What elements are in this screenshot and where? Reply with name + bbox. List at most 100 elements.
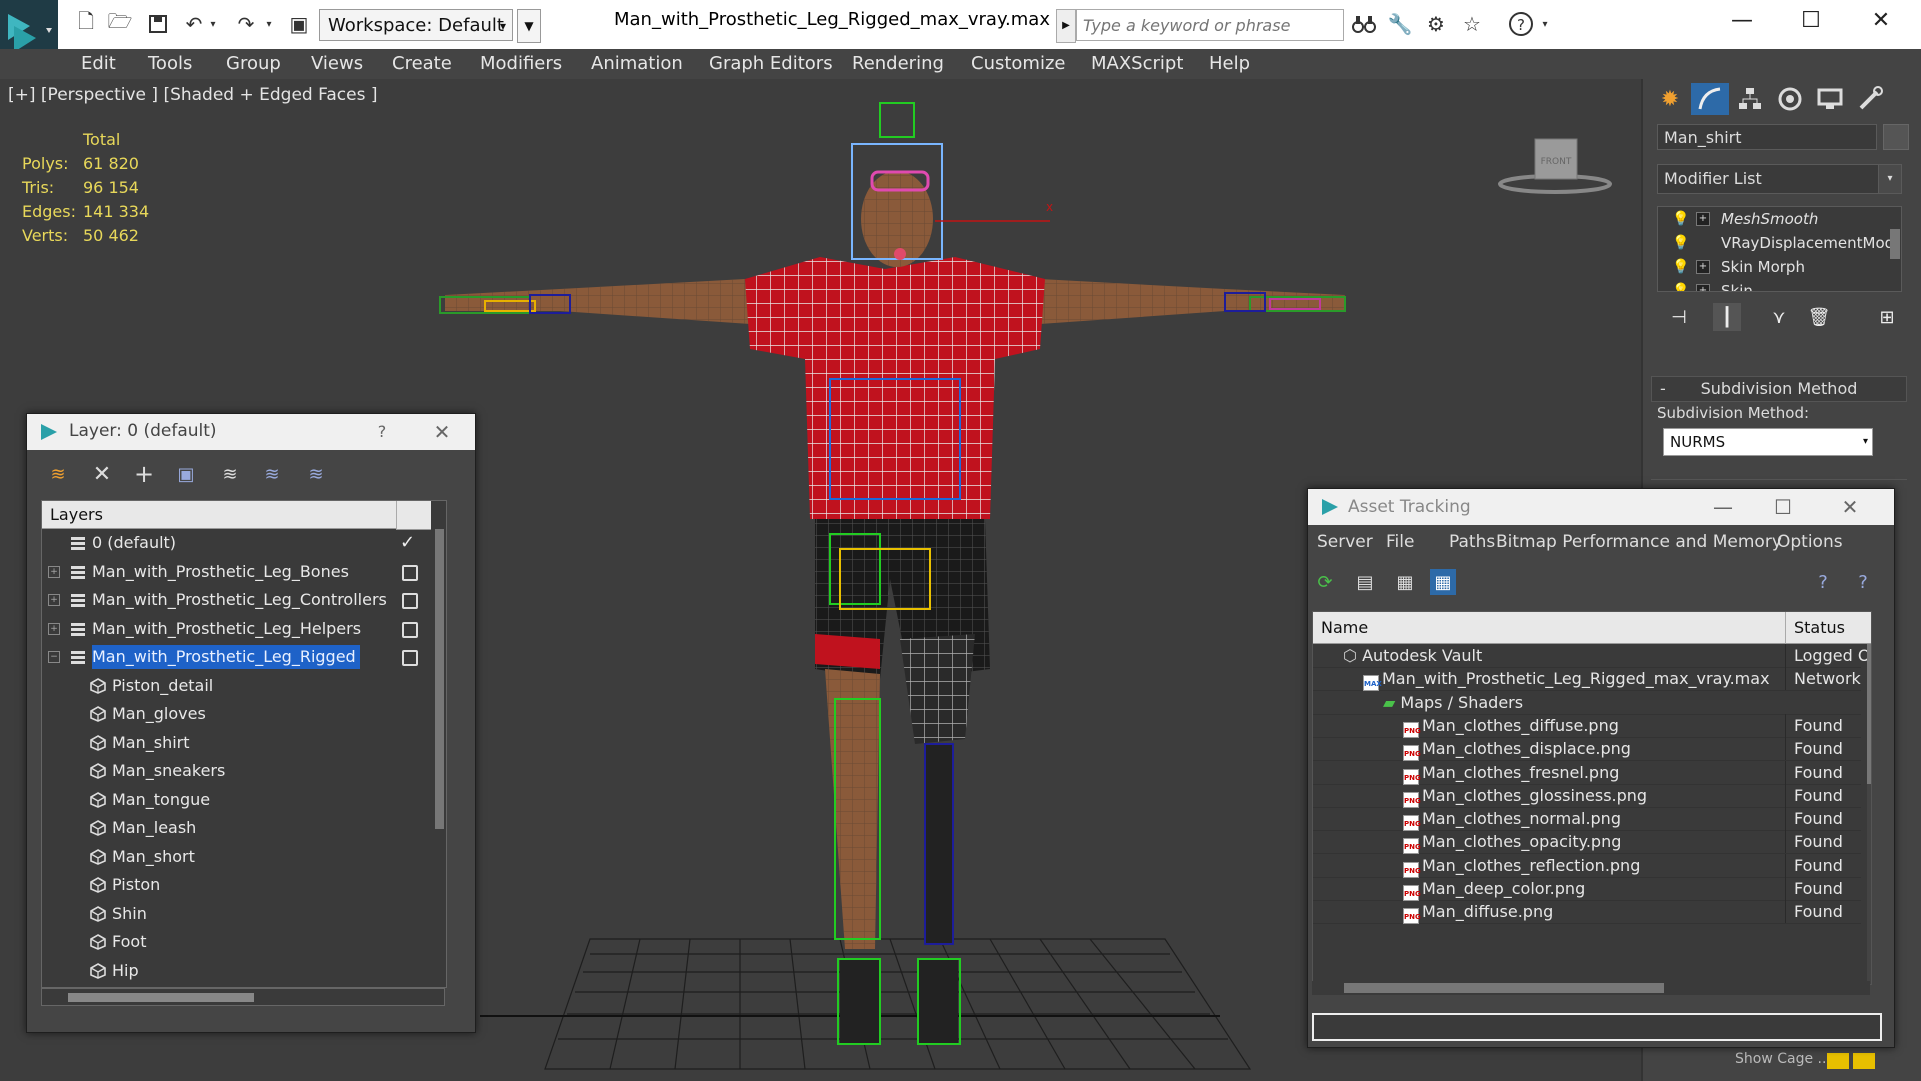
menu-edit[interactable]: Edit [81, 49, 116, 79]
layer-object-row[interactable]: Piston [42, 871, 430, 899]
modifier-stack[interactable]: 💡 + MeshSmooth 💡 VRayDisplacementMod 💡 +… [1657, 206, 1902, 292]
undo-icon[interactable]: ↶ [180, 9, 208, 39]
redo-icon[interactable]: ↷ [232, 9, 260, 39]
layer-row[interactable]: + Man_with_Prosthetic_Leg_Helpers [42, 615, 430, 643]
set-current-checkbox[interactable] [402, 564, 418, 581]
asset-table[interactable]: Name Status ⬡ Autodesk Vault Logged O MAXM… [1312, 611, 1872, 985]
add-to-layer-icon[interactable]: + [127, 458, 161, 490]
current-column-header[interactable] [396, 501, 431, 530]
set-current-checkbox[interactable] [402, 593, 418, 609]
search-input[interactable] [1076, 9, 1344, 41]
layers-column-header[interactable]: Layers [42, 501, 396, 529]
minimize-icon[interactable]: — [1722, 4, 1762, 38]
menu-group[interactable]: Group [226, 49, 281, 79]
close-icon[interactable]: ✕ [1861, 4, 1901, 38]
asset-row[interactable]: PNGMan_clothes_opacity.png Found [1313, 830, 1861, 855]
maximize-icon[interactable]: ☐ [1768, 493, 1798, 521]
asset-menu-bitmap[interactable]: Bitmap Performance and Memory [1496, 532, 1782, 552]
stack-item[interactable]: 💡 + MeshSmooth [1658, 207, 1901, 231]
menu-modifiers[interactable]: Modifiers [480, 49, 562, 79]
binoculars-icon[interactable] [1350, 9, 1378, 39]
favorites-icon[interactable]: ☆ [1458, 9, 1486, 39]
object-color-swatch[interactable] [1883, 124, 1909, 150]
pin-stack-icon[interactable]: ⊣ [1665, 303, 1693, 331]
asset-table-scrollbar[interactable] [1867, 644, 1871, 984]
lightbulb-icon[interactable]: 💡 [1672, 279, 1689, 291]
status-column-header[interactable]: Status [1785, 612, 1871, 644]
collapse-icon[interactable]: − [48, 651, 60, 663]
layer-list-scrollbar[interactable] [432, 529, 446, 987]
asset-menu-file[interactable]: File [1386, 532, 1414, 552]
create-tab-icon[interactable]: ✹ [1651, 83, 1689, 115]
layer-object-row[interactable]: Man_tongue [42, 786, 430, 814]
stack-item[interactable]: 💡 VRayDisplacementMod [1658, 231, 1901, 255]
expand-icon[interactable]: + [1696, 284, 1710, 291]
asset-menu-paths[interactable]: Paths [1449, 532, 1495, 552]
project-folder-icon[interactable]: ▣ [285, 9, 313, 39]
subdivision-method-select[interactable]: NURMS ▾ [1663, 428, 1873, 456]
save-icon[interactable] [144, 9, 172, 39]
expand-icon[interactable]: + [1696, 212, 1710, 226]
asset-row[interactable]: MAXMan_with_Prosthetic_Leg_Rigged_max_vr… [1313, 667, 1861, 692]
expand-icon[interactable]: + [48, 565, 60, 578]
asset-menu-options[interactable]: Options [1777, 532, 1843, 552]
expand-icon[interactable]: + [48, 622, 60, 635]
minimize-icon[interactable]: — [1708, 493, 1738, 521]
name-column-header[interactable]: Name [1313, 612, 1785, 644]
subdivision-method-rollout[interactable]: - Subdivision Method [1651, 376, 1907, 402]
maximize-icon[interactable]: ☐ [1791, 4, 1831, 38]
asset-menu-server[interactable]: Server [1317, 532, 1373, 552]
expand-icon[interactable]: + [1696, 260, 1710, 274]
menu-maxscript[interactable]: MAXScript [1091, 49, 1183, 79]
layer-properties-icon[interactable]: ≋ [299, 458, 333, 490]
layer-object-row[interactable]: Man_shirt [42, 729, 430, 757]
layer-object-row[interactable]: Hip [42, 957, 430, 985]
scrollbar-thumb[interactable] [1344, 983, 1664, 993]
asset-row[interactable]: PNGMan_deep_color.png Found [1313, 877, 1861, 901]
close-icon[interactable]: ✕ [1835, 493, 1865, 521]
layer-object-row[interactable]: Shin [42, 900, 430, 928]
current-layer-check-icon[interactable]: ✓ [400, 529, 415, 557]
select-objects-icon[interactable]: ▣ [169, 458, 203, 490]
scrollbar-thumb[interactable] [435, 529, 444, 829]
layer-object-row[interactable]: Man_sneakers [42, 757, 430, 785]
undo-dropdown-icon[interactable]: ▾ [206, 9, 220, 39]
help-dropdown-icon[interactable]: ▾ [1538, 9, 1552, 39]
new-layer-icon[interactable]: ≋ [41, 458, 75, 490]
layer-window-titlebar[interactable]: Layer: 0 (default) ? ✕ [27, 414, 475, 450]
context-help-icon[interactable]: ? [1850, 569, 1876, 595]
new-file-icon[interactable]: 🗋 [72, 9, 100, 39]
menu-help[interactable]: Help [1209, 49, 1250, 79]
layer-object-row[interactable]: Piston_detail [42, 672, 430, 700]
modifier-list-select[interactable]: Modifier List ▾ [1657, 164, 1902, 194]
stack-item[interactable]: 💡 + Skin Morph [1658, 255, 1901, 279]
hierarchy-tab-icon[interactable] [1731, 83, 1769, 115]
search-expand-icon[interactable]: ▶ [1056, 9, 1076, 43]
help-icon[interactable]: ? [1810, 569, 1836, 595]
make-unique-icon[interactable]: ⋎ [1765, 303, 1793, 331]
menu-views[interactable]: Views [311, 49, 363, 79]
asset-row[interactable]: PNGMan_clothes_fresnel.png Found [1313, 760, 1861, 785]
menu-tools[interactable]: Tools [148, 49, 192, 79]
layer-object-row[interactable]: Man_leash [42, 814, 430, 842]
scrollbar-thumb[interactable] [68, 993, 254, 1002]
stack-item[interactable]: 💡 + Skin [1658, 279, 1901, 291]
asset-window-titlebar[interactable]: Asset Tracking — ☐ ✕ [1308, 489, 1894, 525]
close-icon[interactable]: ✕ [427, 418, 457, 446]
asset-row[interactable]: PNGMan_clothes_normal.png Found [1313, 807, 1861, 832]
set-current-layer-icon[interactable]: ≋ [255, 458, 289, 490]
asset-row[interactable]: PNGMan_clothes_diffuse.png Found [1313, 713, 1861, 738]
asset-row[interactable]: PNGMan_clothes_glossiness.png Found [1313, 783, 1861, 808]
open-file-icon[interactable]: 🗁 [106, 9, 134, 39]
lightbulb-icon[interactable]: 💡 [1672, 255, 1689, 279]
show-end-result-icon[interactable]: ┃ [1713, 303, 1741, 331]
layer-list-hscrollbar[interactable] [41, 988, 445, 1006]
help-icon[interactable]: ? [1506, 9, 1536, 39]
menu-graph-editors[interactable]: Graph Editors [709, 49, 833, 79]
select-layer-icon[interactable]: ≋ [213, 458, 247, 490]
tree-view-icon[interactable]: ▦ [1392, 569, 1418, 595]
scrollbar-thumb[interactable] [1867, 644, 1871, 784]
display-tab-icon[interactable] [1811, 83, 1849, 115]
asset-row[interactable]: PNGMan_clothes_reflection.png Found [1313, 853, 1861, 878]
asset-path-field[interactable] [1312, 1013, 1882, 1041]
